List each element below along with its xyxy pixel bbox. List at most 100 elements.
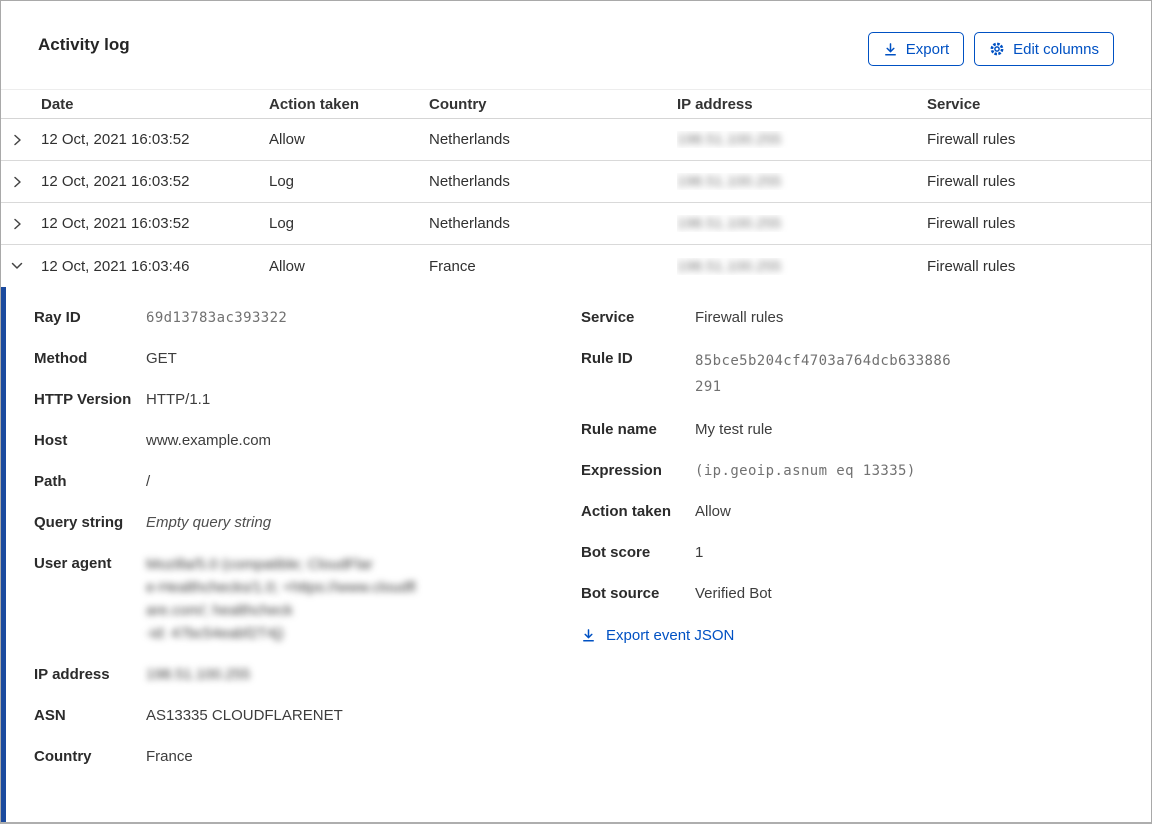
cell-ip-redacted: 198.51.100.255 bbox=[677, 173, 782, 190]
field-ray-id: Ray ID 69d13783ac393322 bbox=[34, 307, 581, 329]
column-header-ip: IP address bbox=[677, 95, 753, 113]
cell-ip-redacted: 198.51.100.255 bbox=[677, 215, 782, 232]
field-value: HTTP/1.1 bbox=[146, 391, 211, 408]
detail-column-left: Ray ID 69d13783ac393322 Method GET HTTP … bbox=[34, 307, 581, 822]
table-row[interactable]: 12 Oct, 2021 16:03:52 Log Netherlands 19… bbox=[1, 203, 1151, 245]
field-value: 69d13783ac393322 bbox=[146, 310, 288, 326]
cell-ip-redacted: 198.51.100.255 bbox=[677, 257, 782, 275]
field-label: Ray ID bbox=[34, 309, 81, 326]
cell-date: 12 Oct, 2021 16:03:52 bbox=[41, 215, 190, 232]
row-expand-toggle[interactable] bbox=[1, 217, 41, 231]
field-rule-id: Rule ID 85bce5b204cf4703a764dcb633886291 bbox=[581, 348, 1151, 400]
detail-column-right: Service Firewall rules Rule ID 85bce5b20… bbox=[581, 307, 1151, 822]
field-method: Method GET bbox=[34, 348, 581, 370]
field-label: ASN bbox=[34, 707, 66, 724]
field-value: Empty query string bbox=[146, 514, 272, 531]
field-label: Action taken bbox=[581, 503, 672, 520]
field-label: User agent bbox=[34, 555, 112, 572]
field-host: Host www.example.com bbox=[34, 430, 581, 452]
row-expand-toggle[interactable] bbox=[1, 133, 41, 147]
field-label: Expression bbox=[581, 462, 662, 479]
edit-columns-button[interactable]: Edit columns bbox=[974, 32, 1114, 66]
field-asn: ASN AS13335 CLOUDFLARENET bbox=[34, 705, 581, 727]
cell-date: 12 Oct, 2021 16:03:52 bbox=[41, 173, 190, 190]
chevron-right-icon bbox=[14, 218, 21, 229]
field-value: 1 bbox=[695, 544, 704, 561]
gear-icon bbox=[990, 42, 1004, 56]
cell-service: Firewall rules bbox=[927, 173, 1016, 190]
table-row-expanded[interactable]: 12 Oct, 2021 16:03:46 Allow France 198.5… bbox=[1, 245, 1151, 287]
field-service: Service Firewall rules bbox=[581, 307, 1151, 329]
field-expression: Expression (ip.geoip.asnum eq 13335) bbox=[581, 460, 1151, 482]
field-label: Bot score bbox=[581, 544, 651, 561]
field-user-agent: User agent Mozilla/5.0 (compatible; Clou… bbox=[34, 553, 581, 645]
row-expand-toggle[interactable] bbox=[1, 175, 41, 189]
field-rule-name: Rule name My test rule bbox=[581, 419, 1151, 441]
field-country: Country France bbox=[34, 746, 581, 768]
field-label: IP address bbox=[34, 666, 110, 683]
edit-columns-button-label: Edit columns bbox=[1013, 40, 1099, 58]
table-row[interactable]: 12 Oct, 2021 16:03:52 Log Netherlands 19… bbox=[1, 161, 1151, 203]
field-label: Country bbox=[34, 748, 92, 765]
field-value-redacted: Mozilla/5.0 (compatible; CloudFlar e-Hea… bbox=[146, 556, 416, 642]
column-header-action: Action taken bbox=[269, 95, 360, 113]
download-icon bbox=[583, 629, 594, 642]
row-collapse-toggle[interactable] bbox=[1, 259, 41, 273]
field-label: Rule ID bbox=[581, 350, 633, 367]
export-button[interactable]: Export bbox=[867, 32, 965, 66]
field-value: My test rule bbox=[695, 421, 773, 438]
field-value: Allow bbox=[695, 503, 731, 520]
field-value: www.example.com bbox=[146, 432, 272, 449]
cell-action: Log bbox=[269, 215, 295, 232]
column-header-service: Service bbox=[927, 95, 981, 113]
export-button-label: Export bbox=[905, 40, 950, 58]
cell-date: 12 Oct, 2021 16:03:46 bbox=[41, 257, 190, 275]
cell-country: Netherlands bbox=[429, 173, 510, 190]
field-label: Path bbox=[34, 473, 67, 490]
cell-action: Allow bbox=[269, 131, 305, 148]
field-value: AS13335 CLOUDFLARENET bbox=[146, 707, 343, 724]
page-title: Activity log bbox=[38, 35, 130, 54]
export-event-json-link[interactable]: Export event JSON bbox=[581, 627, 734, 644]
header-bar: Activity log Export Edit columns bbox=[1, 1, 1151, 89]
field-label: Method bbox=[34, 350, 88, 367]
field-value-redacted: 198.51.100.255 bbox=[146, 666, 251, 683]
cell-service: Firewall rules bbox=[927, 257, 1016, 275]
field-http-version: HTTP Version HTTP/1.1 bbox=[34, 389, 581, 411]
table-header: Date Action taken Country IP address Ser… bbox=[1, 89, 1151, 119]
field-query-string: Query string Empty query string bbox=[34, 512, 581, 534]
field-label: Rule name bbox=[581, 421, 657, 438]
table-row[interactable]: 12 Oct, 2021 16:03:52 Allow Netherlands … bbox=[1, 119, 1151, 161]
field-value: (ip.geoip.asnum eq 13335) bbox=[695, 463, 916, 479]
activity-log-panel: Activity log Export Edit columns Date Ac… bbox=[0, 0, 1152, 824]
field-label: Service bbox=[581, 309, 635, 326]
field-label: HTTP Version bbox=[34, 391, 132, 408]
field-label: Bot source bbox=[581, 585, 660, 602]
field-label: Host bbox=[34, 432, 68, 449]
field-bot-source: Bot source Verified Bot bbox=[581, 583, 1151, 605]
field-value: / bbox=[146, 473, 151, 490]
cell-action: Log bbox=[269, 173, 295, 190]
field-value: 85bce5b204cf4703a764dcb633886291 bbox=[695, 353, 952, 395]
cell-date: 12 Oct, 2021 16:03:52 bbox=[41, 131, 190, 148]
chevron-down-icon bbox=[11, 262, 23, 269]
field-ip-address: IP address 198.51.100.255 bbox=[34, 664, 581, 686]
cell-country: France bbox=[429, 257, 476, 275]
event-detail-panel: Ray ID 69d13783ac393322 Method GET HTTP … bbox=[1, 287, 1151, 822]
cell-ip-redacted: 198.51.100.255 bbox=[677, 131, 782, 148]
cell-country: Netherlands bbox=[429, 131, 510, 148]
cell-action: Allow bbox=[269, 257, 305, 275]
export-event-json-label: Export event JSON bbox=[606, 627, 735, 644]
toolbar: Export Edit columns bbox=[867, 32, 1114, 66]
field-label: Query string bbox=[34, 514, 124, 531]
field-value: France bbox=[146, 748, 193, 765]
field-action-taken: Action taken Allow bbox=[581, 501, 1151, 523]
download-icon bbox=[884, 42, 896, 55]
column-header-date: Date bbox=[41, 95, 74, 113]
field-bot-score: Bot score 1 bbox=[581, 542, 1151, 564]
column-header-country: Country bbox=[429, 95, 487, 113]
chevron-right-icon bbox=[14, 134, 21, 145]
cell-service: Firewall rules bbox=[927, 215, 1016, 232]
field-path: Path / bbox=[34, 471, 581, 493]
cell-country: Netherlands bbox=[429, 215, 510, 232]
